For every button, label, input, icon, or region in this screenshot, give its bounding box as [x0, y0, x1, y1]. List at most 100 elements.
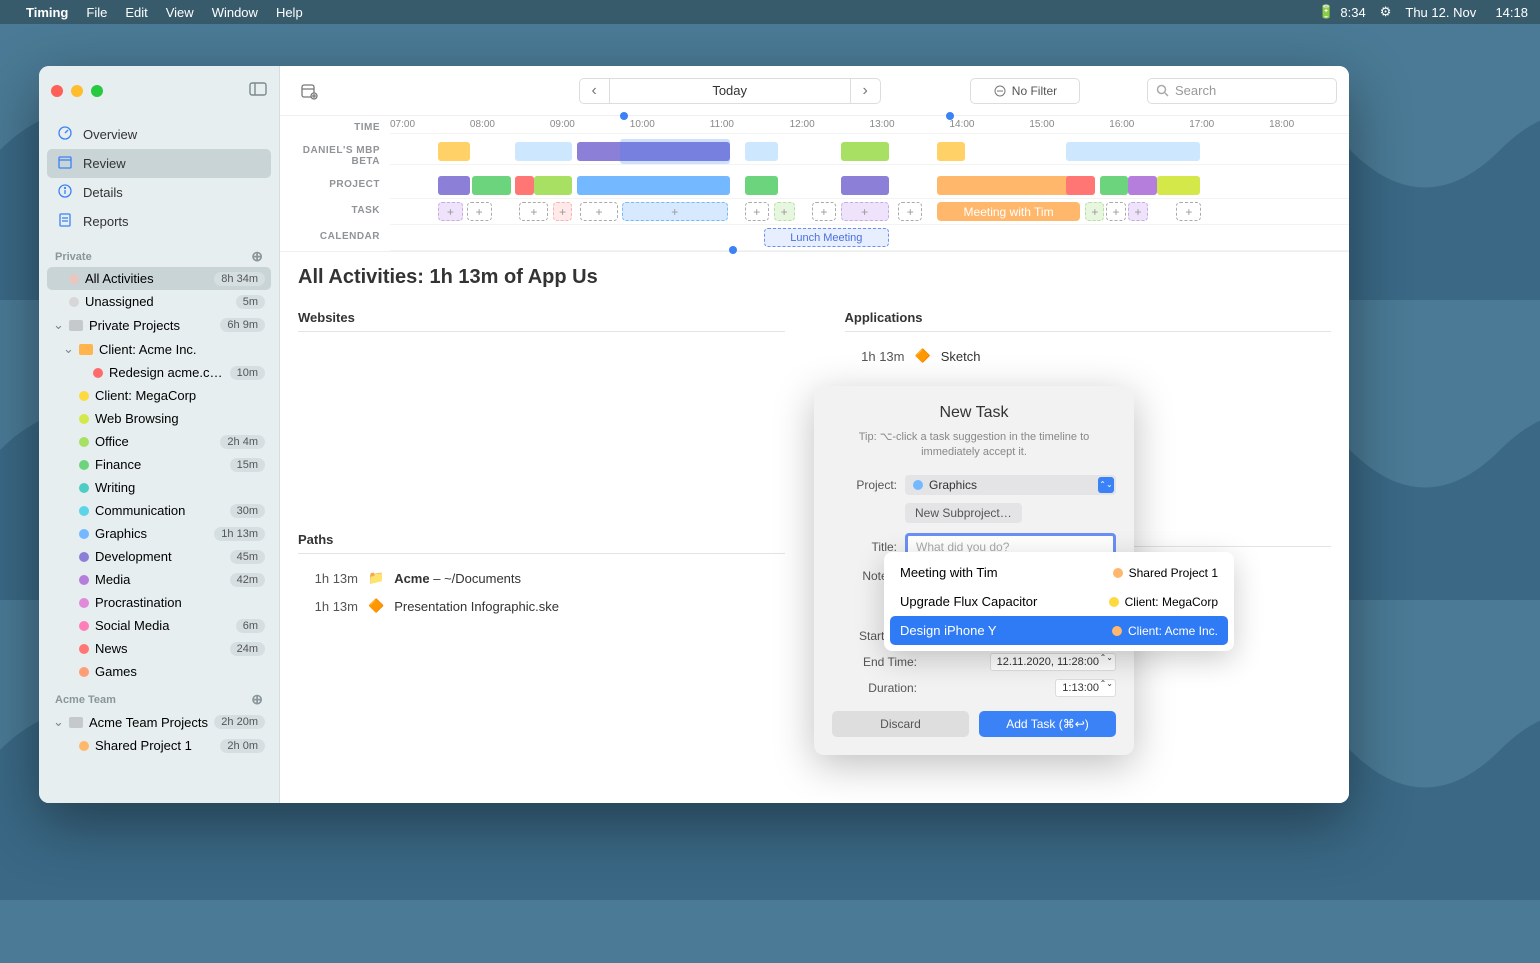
prev-day-button[interactable]: ‹ — [580, 79, 610, 103]
tree-item[interactable]: Graphics1h 13m — [47, 522, 271, 545]
color-bullet-icon — [79, 741, 89, 751]
timeline-projects-row[interactable] — [390, 173, 1349, 199]
main-pane: ‹ Today › No Filter Search TIME 07:0008:… — [280, 66, 1349, 803]
page-heading: All Activities: 1h 13m of App Us — [298, 266, 1331, 289]
app-row[interactable]: 1h 13m🔶Sketch — [845, 342, 1332, 370]
nav-overview[interactable]: Overview — [47, 120, 271, 149]
tree-item[interactable]: All Activities8h 34m — [47, 267, 271, 290]
disclosure-icon[interactable]: ⌄ — [53, 714, 63, 730]
task-slot[interactable] — [1106, 202, 1125, 221]
disclosure-icon[interactable]: ⌄ — [63, 341, 73, 357]
nav-details[interactable]: Details — [47, 178, 271, 207]
project-select-value: Graphics — [929, 478, 977, 492]
task-slot-selected[interactable] — [622, 202, 727, 221]
end-time-input[interactable]: 12.11.2020, 11:28:00 — [990, 653, 1116, 671]
filter-label: No Filter — [1012, 84, 1057, 98]
nav-review[interactable]: Review — [47, 149, 271, 178]
suggestion-row[interactable]: Meeting with TimShared Project 1 — [890, 558, 1228, 587]
control-center-icon[interactable]: ⚙ — [1380, 4, 1392, 20]
disclosure-icon[interactable]: ⌄ — [53, 317, 63, 333]
nav-reports[interactable]: Reports — [47, 207, 271, 236]
menu-edit[interactable]: Edit — [125, 5, 147, 20]
color-bullet-icon — [79, 552, 89, 562]
project-select[interactable]: Graphics ⌃⌄ — [905, 475, 1116, 495]
add-project-icon[interactable]: ⊕ — [251, 248, 263, 265]
zoom-window-button[interactable] — [91, 85, 103, 97]
task-slot[interactable] — [898, 202, 922, 221]
task-slot[interactable] — [841, 202, 889, 221]
add-task-button[interactable]: Add Task (⌘↩︎) — [979, 711, 1116, 737]
minimize-window-button[interactable] — [71, 85, 83, 97]
filter-button[interactable]: No Filter — [970, 78, 1080, 104]
task-meeting[interactable]: Meeting with Tim — [937, 202, 1081, 221]
suggestion-project: Client: MegaCorp — [1125, 595, 1218, 609]
status-battery[interactable]: 🔋 8:34 — [1318, 4, 1366, 20]
next-day-button[interactable]: › — [850, 79, 880, 103]
tree-item[interactable]: Redesign acme.com10m — [47, 361, 271, 384]
suggestion-row[interactable]: Upgrade Flux CapacitorClient: MegaCorp — [890, 587, 1228, 616]
tree-item[interactable]: ⌄Client: Acme Inc. — [47, 337, 271, 361]
task-slot[interactable] — [1128, 202, 1147, 221]
tree-item[interactable]: Media42m — [47, 568, 271, 591]
tree-item[interactable]: ⌄Private Projects6h 9m — [47, 313, 271, 337]
task-slot[interactable] — [812, 202, 836, 221]
task-slot[interactable] — [438, 202, 463, 221]
duration-input[interactable]: 1:13:00 — [1055, 679, 1116, 697]
task-slot[interactable] — [745, 202, 769, 221]
tree-item[interactable]: Unassigned5m — [47, 290, 271, 313]
tree-item[interactable]: Web Browsing — [47, 407, 271, 430]
close-window-button[interactable] — [51, 85, 63, 97]
suggestion-row[interactable]: Design iPhone YClient: Acme Inc. — [890, 616, 1228, 645]
tree-item[interactable]: Client: MegaCorp — [47, 384, 271, 407]
tree-item[interactable]: Social Media6m — [47, 614, 271, 637]
popover-title: New Task — [832, 404, 1116, 422]
hour-label: 18:00 — [1269, 119, 1349, 130]
tree-item[interactable]: Procrastination — [47, 591, 271, 614]
task-slot[interactable] — [774, 202, 795, 221]
tree-item[interactable]: Office2h 4m — [47, 430, 271, 453]
tree-item[interactable]: Shared Project 12h 0m — [47, 734, 271, 757]
date-label[interactable]: Today — [610, 79, 850, 103]
tree-item[interactable]: ⌄Acme Team Projects2h 20m — [47, 710, 271, 734]
menu-help[interactable]: Help — [276, 5, 303, 20]
task-slot[interactable] — [1085, 202, 1104, 221]
menu-file[interactable]: File — [86, 5, 107, 20]
info-icon — [57, 183, 73, 202]
tree-item[interactable]: Development45m — [47, 545, 271, 568]
task-slot[interactable] — [467, 202, 492, 221]
sidebar-toggle-icon[interactable] — [249, 82, 267, 101]
color-bullet-icon — [79, 529, 89, 539]
search-field[interactable]: Search — [1147, 78, 1337, 104]
tree-item-label: Office — [95, 434, 214, 449]
calendar-event[interactable]: Lunch Meeting — [764, 228, 889, 247]
tree-item[interactable]: Writing — [47, 476, 271, 499]
add-project-icon[interactable]: ⊕ — [251, 691, 263, 708]
duration-badge: 8h 34m — [214, 272, 265, 286]
menu-view[interactable]: View — [166, 5, 194, 20]
hour-label: 08:00 — [470, 119, 550, 130]
hour-label: 16:00 — [1109, 119, 1189, 130]
path-row[interactable]: 1h 13m📁Acme – ~/Documents — [298, 564, 785, 592]
tree-item[interactable]: Games — [47, 660, 271, 683]
task-slot[interactable] — [1176, 202, 1201, 221]
tree-item[interactable]: Finance15m — [47, 453, 271, 476]
task-slot[interactable] — [553, 202, 572, 221]
task-slot[interactable] — [580, 202, 618, 221]
path-row[interactable]: 1h 13m🔶Presentation Infographic.ske — [298, 592, 785, 620]
tree-item[interactable]: Communication30m — [47, 499, 271, 522]
task-slot[interactable] — [519, 202, 548, 221]
calendar-settings-icon[interactable] — [292, 78, 326, 104]
timeline-tasks-row[interactable]: Meeting with Tim — [390, 199, 1349, 225]
app-name[interactable]: Timing — [26, 5, 68, 20]
status-date[interactable]: Thu 12. Nov 14:18 — [1405, 5, 1528, 20]
timeline-apps-row[interactable] — [390, 139, 1349, 165]
menu-window[interactable]: Window — [212, 5, 258, 20]
new-subproject-button[interactable]: New Subproject… — [905, 503, 1022, 523]
timeline-calendar-row[interactable]: Lunch Meeting — [390, 225, 1349, 251]
duration-badge: 6h 9m — [220, 318, 265, 332]
discard-button[interactable]: Discard — [832, 711, 969, 737]
sidebar: OverviewReviewDetailsReports Private⊕All… — [39, 66, 280, 803]
tree-item[interactable]: News24m — [47, 637, 271, 660]
tree-item-label: Web Browsing — [95, 411, 265, 426]
end-time-label: End Time: — [832, 655, 917, 669]
